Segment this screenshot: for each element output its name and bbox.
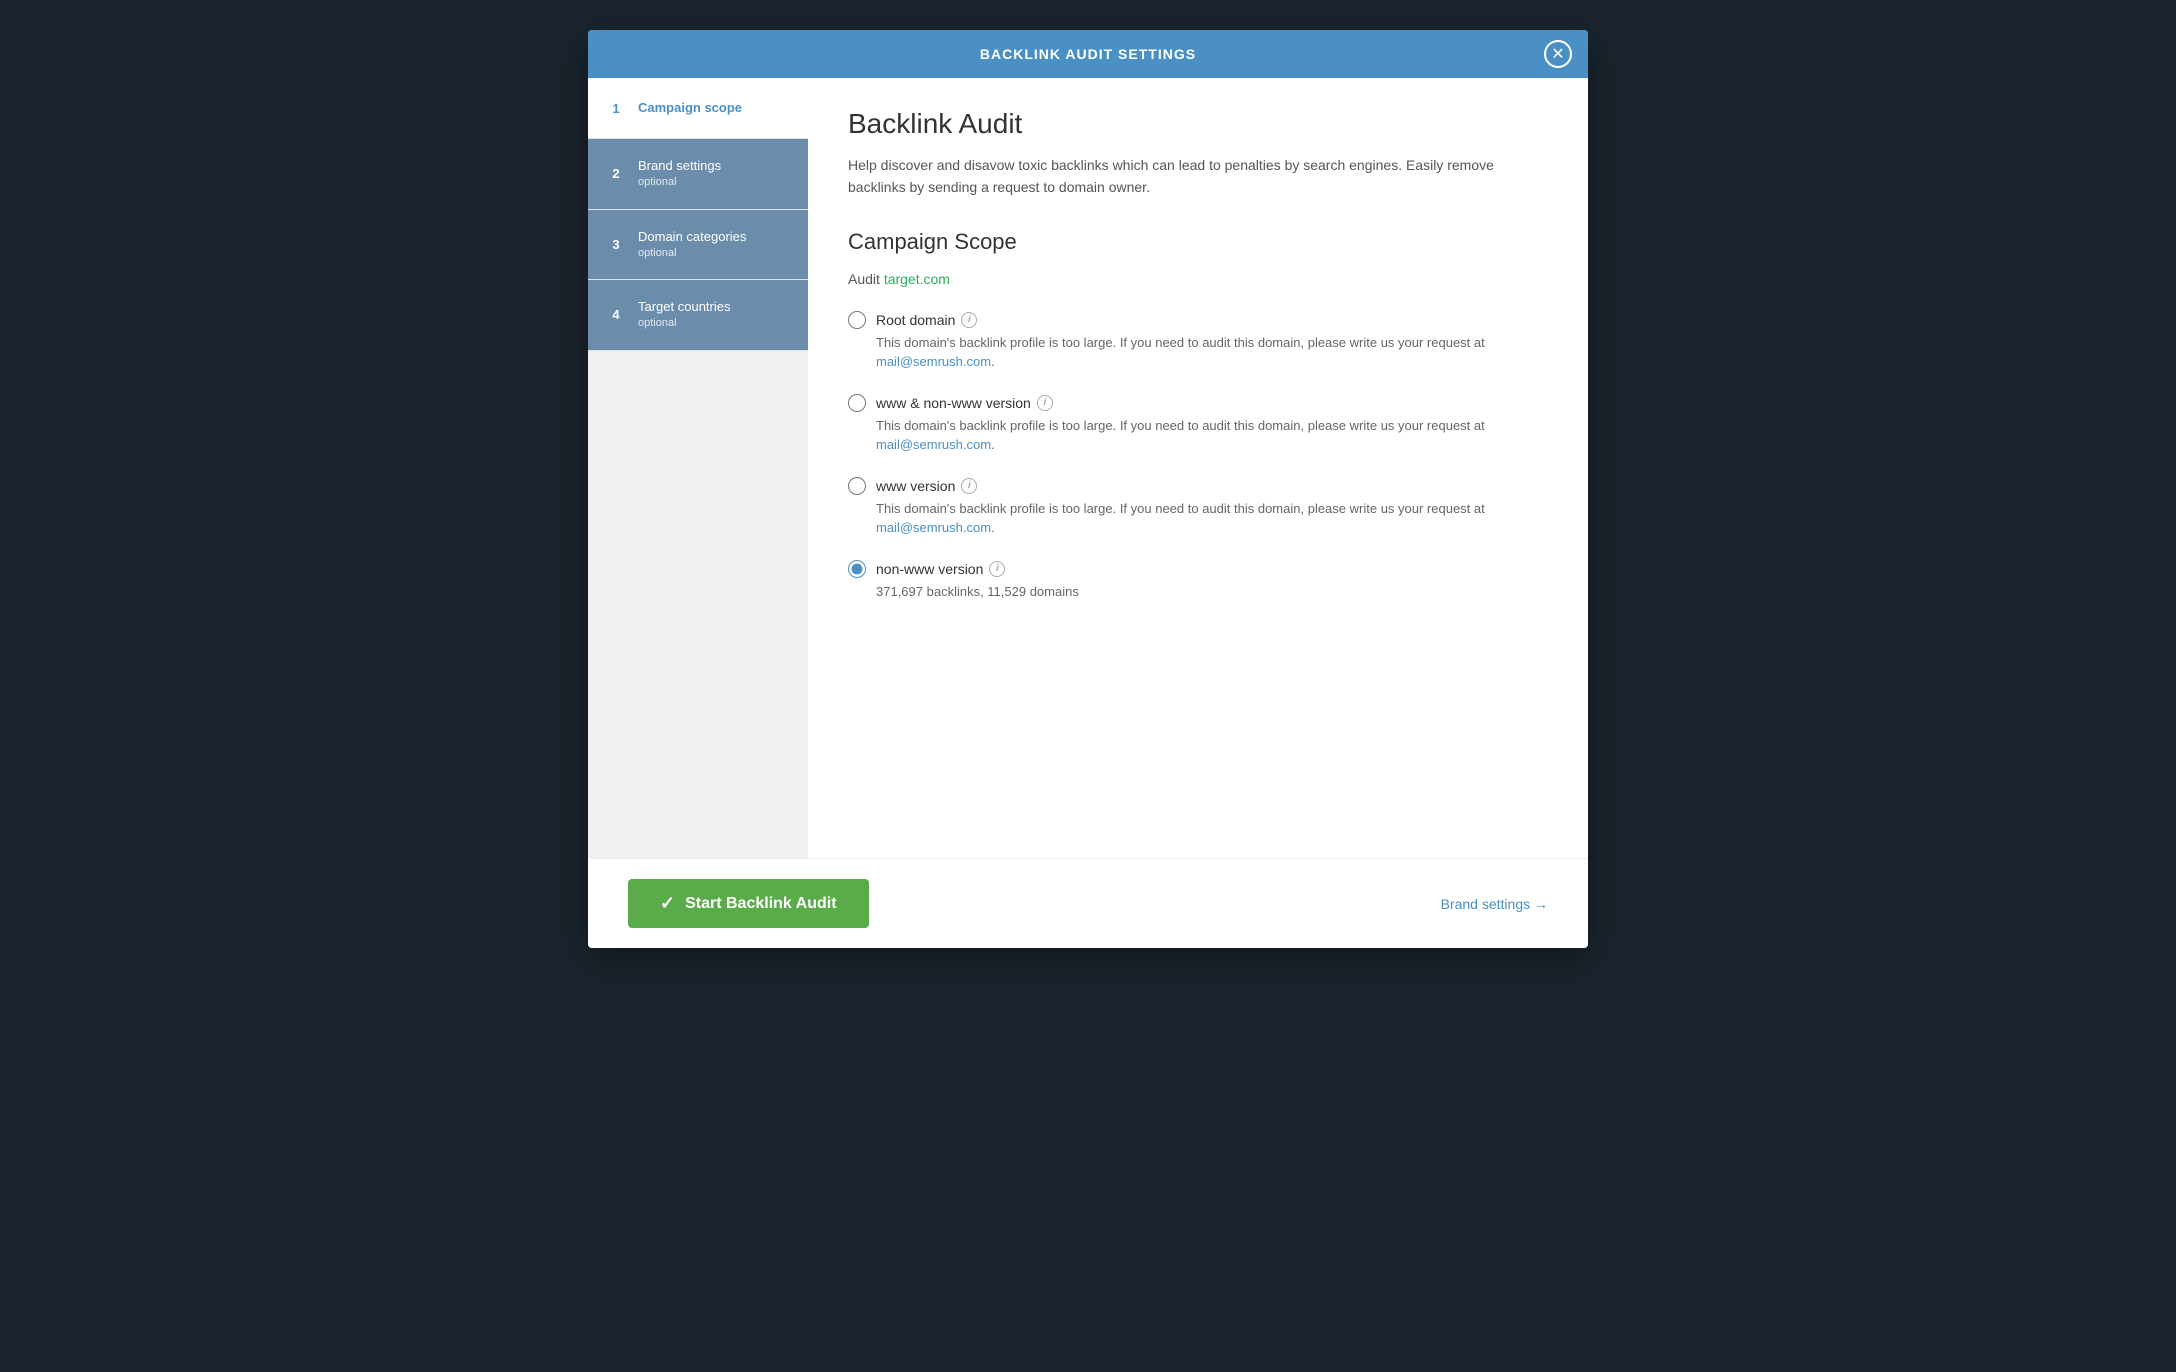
radio-option-non-www: non-www version i 371,697 backlinks, 11,… xyxy=(848,560,1548,602)
radio-option-root-domain: Root domain i This domain's backlink pro… xyxy=(848,311,1548,372)
sidebar-item-label-3: Domain categories optional xyxy=(638,228,746,262)
sidebar-num-1: 1 xyxy=(604,96,628,120)
check-icon: ✓ xyxy=(660,893,675,914)
info-icon-non-www[interactable]: i xyxy=(989,561,1005,577)
main-content: Backlink Audit Help discover and disavow… xyxy=(808,78,1588,858)
radio-root-domain[interactable] xyxy=(848,311,866,329)
radio-label-www: www version xyxy=(876,478,955,494)
sidebar-item-brand-settings[interactable]: 2 Brand settings optional xyxy=(588,139,808,210)
radio-desc-www-non-www: This domain's backlink profile is too la… xyxy=(876,416,1548,455)
info-icon-www[interactable]: i xyxy=(961,478,977,494)
audit-domain-link[interactable]: target.com xyxy=(884,271,950,287)
sidebar-item-domain-categories[interactable]: 3 Domain categories optional xyxy=(588,210,808,281)
radio-label-www-non-www: www & non-www version xyxy=(876,395,1031,411)
modal-title: BACKLINK AUDIT SETTINGS xyxy=(980,46,1196,62)
info-icon-root-domain[interactable]: i xyxy=(961,312,977,328)
sidebar-num-3: 3 xyxy=(604,232,628,256)
info-icon-www-non-www[interactable]: i xyxy=(1037,395,1053,411)
radio-desc-root-domain: This domain's backlink profile is too la… xyxy=(876,333,1548,372)
section-title: Campaign Scope xyxy=(848,229,1548,255)
sidebar-num-2: 2 xyxy=(604,162,628,186)
email-link-www-non-www[interactable]: mail@semrush.com xyxy=(876,437,991,452)
radio-www-non-www[interactable] xyxy=(848,394,866,412)
email-link-www[interactable]: mail@semrush.com xyxy=(876,520,991,535)
backlink-audit-modal: BACKLINK AUDIT SETTINGS ✕ 1 Campaign sco… xyxy=(588,30,1588,948)
sidebar: 1 Campaign scope 2 Brand settings option… xyxy=(588,78,808,858)
radio-option-www: www version i This domain's backlink pro… xyxy=(848,477,1548,538)
radio-desc-www: This domain's backlink profile is too la… xyxy=(876,499,1548,538)
sidebar-item-sublabel-3: optional xyxy=(638,246,746,261)
audit-target: Audit target.com xyxy=(848,271,1548,287)
email-link-root-domain[interactable]: mail@semrush.com xyxy=(876,354,991,369)
sidebar-item-campaign-scope[interactable]: 1 Campaign scope xyxy=(588,78,808,139)
sidebar-item-sublabel-2: optional xyxy=(638,175,721,190)
page-description: Help discover and disavow toxic backlink… xyxy=(848,154,1548,199)
radio-label-non-www: non-www version xyxy=(876,561,983,577)
sidebar-item-target-countries[interactable]: 4 Target countries optional xyxy=(588,280,808,351)
modal-body: 1 Campaign scope 2 Brand settings option… xyxy=(588,78,1588,858)
close-button[interactable]: ✕ xyxy=(1544,40,1572,68)
page-title: Backlink Audit xyxy=(848,108,1548,140)
radio-label-root-domain: Root domain xyxy=(876,312,955,328)
radio-www[interactable] xyxy=(848,477,866,495)
sidebar-item-label-1: Campaign scope xyxy=(638,99,742,117)
modal-overlay: BACKLINK AUDIT SETTINGS ✕ 1 Campaign sco… xyxy=(0,0,2176,1372)
radio-desc-non-www: 371,697 backlinks, 11,529 domains xyxy=(876,582,1548,602)
modal-header: BACKLINK AUDIT SETTINGS ✕ xyxy=(588,30,1588,78)
sidebar-item-sublabel-4: optional xyxy=(638,316,731,331)
sidebar-num-4: 4 xyxy=(604,303,628,327)
radio-non-www[interactable] xyxy=(848,560,866,578)
start-audit-button[interactable]: ✓ Start Backlink Audit xyxy=(628,879,869,928)
sidebar-item-label-4: Target countries optional xyxy=(638,298,731,332)
start-button-label: Start Backlink Audit xyxy=(685,895,836,913)
radio-option-www-non-www: www & non-www version i This domain's ba… xyxy=(848,394,1548,455)
modal-footer: ✓ Start Backlink Audit Brand settings → xyxy=(588,858,1588,948)
sidebar-item-label-2: Brand settings optional xyxy=(638,157,721,191)
brand-settings-link[interactable]: Brand settings → xyxy=(1441,896,1548,912)
